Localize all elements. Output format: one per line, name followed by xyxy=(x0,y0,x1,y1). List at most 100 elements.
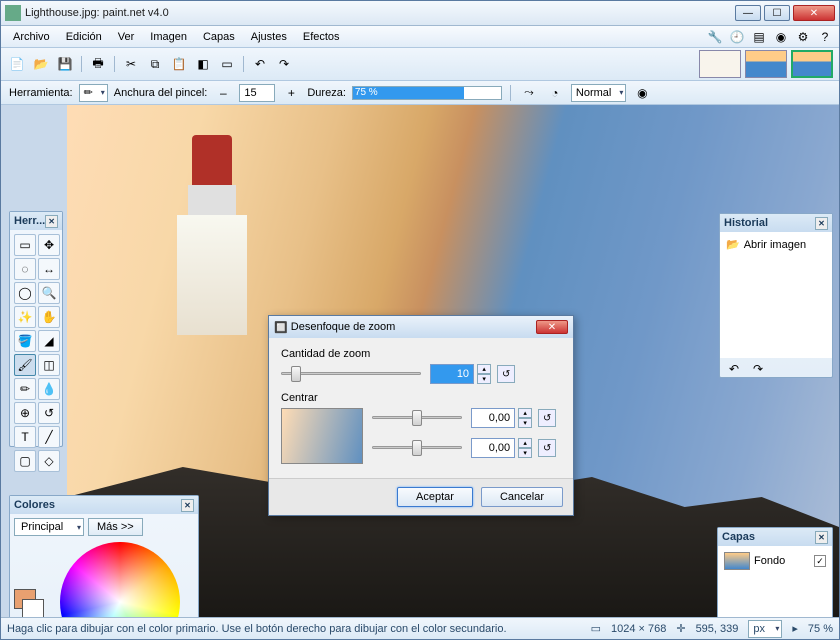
copy-icon[interactable]: ⧉ xyxy=(145,54,165,74)
save-icon[interactable]: 💾 xyxy=(55,54,75,74)
new-icon[interactable]: 📄 xyxy=(7,54,27,74)
color-mode-dropdown[interactable]: Principal xyxy=(14,518,84,536)
history-redo-icon[interactable]: ↷ xyxy=(748,360,768,378)
center-y-input[interactable]: 0,00 xyxy=(471,438,515,458)
brush-width-input[interactable]: 15 xyxy=(239,84,275,102)
maximize-button[interactable]: ☐ xyxy=(764,5,790,21)
layers-window-icon[interactable]: ▤ xyxy=(749,28,769,46)
tool-wand[interactable]: ✨ xyxy=(14,306,36,328)
tool-zoom[interactable]: 🔍 xyxy=(38,282,60,304)
unit-dropdown[interactable]: px xyxy=(748,620,782,638)
deselect-icon[interactable]: ▭ xyxy=(217,54,237,74)
lighthouse-graphic xyxy=(167,135,257,335)
tool-pencil[interactable]: ✏ xyxy=(14,378,36,400)
center-y-slider[interactable] xyxy=(372,438,462,458)
close-button[interactable]: ✕ xyxy=(793,5,835,21)
tool-shapes[interactable]: ◇ xyxy=(38,450,60,472)
fill-icon[interactable]: ◔ xyxy=(545,84,565,102)
center-x-input[interactable]: 0,00 xyxy=(471,408,515,428)
minimize-button[interactable]: — xyxy=(735,5,761,21)
tool-clone[interactable]: ⊕ xyxy=(14,402,36,424)
cx-down-icon[interactable]: ▾ xyxy=(518,418,532,428)
paste-icon[interactable]: 📋 xyxy=(169,54,189,74)
history-undo-icon[interactable]: ↶ xyxy=(724,360,744,378)
cy-up-icon[interactable]: ▴ xyxy=(518,438,532,448)
layer-item[interactable]: Fondo ✓ xyxy=(722,550,828,572)
ok-button[interactable]: Aceptar xyxy=(397,487,473,507)
work-area: Herr...✕ ▭ ✥ ◌ ↔ ◯ 🔍 ✨ ✋ 🪣 ◢ 🖌 ◫ ✏ 💧 ⊕ ↺… xyxy=(1,105,839,617)
tools-window-icon[interactable]: 🔧 xyxy=(705,28,725,46)
tool-brush[interactable]: 🖌 xyxy=(14,354,36,376)
zoom-reset-icon[interactable]: ↺ xyxy=(497,365,515,383)
blend-reset-icon[interactable]: ◉ xyxy=(632,84,652,102)
brush-plus-icon[interactable]: + xyxy=(281,84,301,102)
settings-icon[interactable]: ⚙ xyxy=(793,28,813,46)
tool-rect-select[interactable]: ▭ xyxy=(14,234,36,256)
undo-icon[interactable]: ↶ xyxy=(250,54,270,74)
tool-rect[interactable]: ▢ xyxy=(14,450,36,472)
tool-text[interactable]: T xyxy=(14,426,36,448)
color-swatch[interactable] xyxy=(14,589,42,615)
color-wheel[interactable] xyxy=(60,542,180,617)
tools-panel-close-icon[interactable]: ✕ xyxy=(45,215,58,228)
menu-edicion[interactable]: Edición xyxy=(58,29,110,45)
print-icon[interactable]: 🖶 xyxy=(88,54,108,74)
cx-reset-icon[interactable]: ↺ xyxy=(538,409,556,427)
history-window-icon[interactable]: 🕘 xyxy=(727,28,747,46)
more-button[interactable]: Más >> xyxy=(88,518,143,536)
menu-archivo[interactable]: Archivo xyxy=(5,29,58,45)
history-panel-close-icon[interactable]: ✕ xyxy=(815,217,828,230)
tool-eraser[interactable]: ◫ xyxy=(38,354,60,376)
crop-icon[interactable]: ◧ xyxy=(193,54,213,74)
thumbnail-2[interactable] xyxy=(745,50,787,78)
cancel-button[interactable]: Cancelar xyxy=(481,487,563,507)
center-preview[interactable] xyxy=(281,408,363,464)
history-panel: Historial✕ 📂Abrir imagen ↶ ↷ xyxy=(719,213,833,378)
antialias-icon[interactable]: ⤳ xyxy=(519,84,539,102)
thumbnail-1[interactable] xyxy=(699,50,741,78)
layers-panel: Capas✕ Fondo ✓ + ✕ ⧉ ⇊ ▲ ▼ ☰ xyxy=(717,527,833,617)
cy-down-icon[interactable]: ▾ xyxy=(518,448,532,458)
tool-fill[interactable]: 🪣 xyxy=(14,330,36,352)
tool-dropdown[interactable]: ✏ xyxy=(79,84,108,102)
open-icon[interactable]: 📂 xyxy=(31,54,51,74)
tools-panel-title: Herr... xyxy=(14,215,45,227)
dialog-close-icon[interactable]: ✕ xyxy=(536,320,568,334)
menu-ajustes[interactable]: Ajustes xyxy=(243,29,295,45)
thumbnail-3[interactable] xyxy=(791,50,833,78)
cut-icon[interactable]: ✂ xyxy=(121,54,141,74)
menu-efectos[interactable]: Efectos xyxy=(295,29,348,45)
menubar: Archivo Edición Ver Imagen Capas Ajustes… xyxy=(1,26,839,48)
menu-ver[interactable]: Ver xyxy=(110,29,143,45)
layers-panel-close-icon[interactable]: ✕ xyxy=(815,531,828,544)
tool-pan[interactable]: ✋ xyxy=(38,306,60,328)
zoom-blur-dialog: 🔲 Desenfoque de zoom ✕ Cantidad de zoom … xyxy=(268,315,574,516)
blend-dropdown[interactable]: Normal xyxy=(571,84,626,102)
tool-line[interactable]: ╱ xyxy=(38,426,60,448)
layer-visible-checkbox[interactable]: ✓ xyxy=(814,555,826,567)
help-icon[interactable]: ? xyxy=(815,28,835,46)
cy-reset-icon[interactable]: ↺ xyxy=(538,439,556,457)
brush-minus-icon[interactable]: – xyxy=(213,84,233,102)
tool-picker[interactable]: 💧 xyxy=(38,378,60,400)
tool-move-sel[interactable]: ↔ xyxy=(38,258,60,280)
zoom-down-icon[interactable]: ▾ xyxy=(477,374,491,384)
zoom-amount-slider[interactable] xyxy=(281,364,421,384)
redo-icon[interactable]: ↷ xyxy=(274,54,294,74)
history-item[interactable]: 📂Abrir imagen xyxy=(724,236,828,253)
hardness-slider[interactable]: 75 % xyxy=(352,86,502,100)
center-x-slider[interactable] xyxy=(372,408,462,428)
colors-window-icon[interactable]: ◉ xyxy=(771,28,791,46)
tool-lasso[interactable]: ◌ xyxy=(14,258,36,280)
zoom-amount-input[interactable]: 10 xyxy=(430,364,474,384)
tool-recolor[interactable]: ↺ xyxy=(38,402,60,424)
cx-up-icon[interactable]: ▴ xyxy=(518,408,532,418)
menu-imagen[interactable]: Imagen xyxy=(142,29,195,45)
tool-ellipse-select[interactable]: ◯ xyxy=(14,282,36,304)
menu-capas[interactable]: Capas xyxy=(195,29,243,45)
colors-panel-close-icon[interactable]: ✕ xyxy=(181,499,194,512)
tool-gradient[interactable]: ◢ xyxy=(38,330,60,352)
colors-panel: Colores✕ Principal Más >> xyxy=(9,495,199,617)
zoom-up-icon[interactable]: ▴ xyxy=(477,364,491,374)
tool-move[interactable]: ✥ xyxy=(38,234,60,256)
